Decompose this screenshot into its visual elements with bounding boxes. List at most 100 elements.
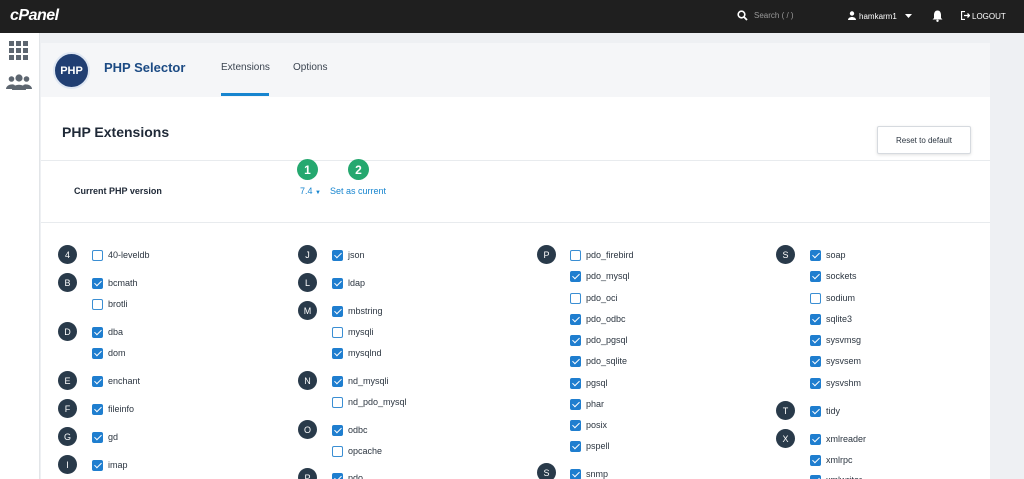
extension-checkbox[interactable] (332, 326, 343, 338)
extension-item[interactable]: phar (570, 398, 604, 410)
extension-checkbox[interactable] (92, 459, 103, 471)
extension-item[interactable]: pdo_mysql (570, 270, 630, 282)
extension-item[interactable]: mysqli (332, 326, 374, 338)
extension-checkbox[interactable] (570, 292, 581, 304)
extension-checkbox[interactable] (92, 298, 103, 310)
extension-checkbox[interactable] (92, 431, 103, 443)
extension-item[interactable]: pspell (570, 440, 610, 452)
extension-item[interactable]: nd_pdo_mysql (332, 396, 407, 408)
tab-options[interactable]: Options (293, 62, 327, 73)
extension-item[interactable]: json (332, 249, 365, 261)
extension-item[interactable]: dba (92, 326, 123, 338)
extension-item[interactable]: posix (570, 419, 607, 431)
extension-item[interactable]: pdo (332, 472, 363, 479)
search-icon[interactable] (737, 10, 748, 21)
search-placeholder[interactable]: Search ( / ) (754, 11, 794, 20)
extension-item[interactable]: xmlwriter (810, 474, 862, 479)
extension-checkbox[interactable] (92, 375, 103, 387)
version-select[interactable]: 7.4 ▼ (300, 186, 321, 196)
extension-item[interactable]: bcmath (92, 277, 138, 289)
extension-item[interactable]: xmlrpc (810, 454, 853, 466)
extension-item[interactable]: sysvsem (810, 355, 861, 367)
logout-label[interactable]: LOGOUT (972, 12, 1006, 21)
extension-item[interactable]: pdo_pgsql (570, 334, 628, 346)
extension-item[interactable]: snmp (570, 468, 608, 479)
extension-checkbox[interactable] (570, 468, 581, 479)
extension-item[interactable]: odbc (332, 424, 368, 436)
extension-checkbox[interactable] (92, 326, 103, 338)
apps-grid-icon[interactable] (9, 41, 28, 60)
extension-item[interactable]: ldap (332, 277, 365, 289)
logout-button[interactable]: LOGOUT (960, 10, 1006, 22)
reset-to-default-button[interactable]: Reset to default (877, 126, 971, 154)
extension-checkbox[interactable] (92, 347, 103, 359)
tab-extensions[interactable]: Extensions (221, 62, 270, 73)
extension-item[interactable]: 40-leveldb (92, 249, 150, 261)
extension-checkbox[interactable] (810, 405, 821, 417)
extension-checkbox[interactable] (810, 355, 821, 367)
extension-item[interactable]: xmlreader (810, 433, 866, 445)
extension-item[interactable]: nd_mysqli (332, 375, 389, 387)
extension-checkbox[interactable] (810, 433, 821, 445)
extension-checkbox[interactable] (810, 377, 821, 389)
extension-checkbox[interactable] (810, 292, 821, 304)
username[interactable]: hamkarm1 (859, 12, 897, 21)
extension-checkbox[interactable] (332, 396, 343, 408)
extension-item[interactable]: pdo_firebird (570, 249, 634, 261)
extension-checkbox[interactable] (332, 472, 343, 479)
extension-item[interactable]: pgsql (570, 377, 608, 389)
cpanel-logo[interactable]: cPanel (10, 7, 59, 25)
extension-item[interactable]: soap (810, 249, 846, 261)
extension-item[interactable]: mbstring (332, 305, 383, 317)
extension-checkbox[interactable] (810, 313, 821, 325)
user-menu[interactable]: hamkarm1 (848, 11, 912, 22)
extension-checkbox[interactable] (92, 403, 103, 415)
extension-checkbox[interactable] (570, 334, 581, 346)
extension-checkbox[interactable] (332, 375, 343, 387)
extension-checkbox[interactable] (570, 440, 581, 452)
version-value[interactable]: 7.4 (300, 186, 313, 196)
users-icon[interactable] (6, 73, 32, 91)
extension-item[interactable]: dom (92, 347, 126, 359)
extension-checkbox[interactable] (332, 305, 343, 317)
extension-item[interactable]: fileinfo (92, 403, 134, 415)
extension-item[interactable]: pdo_oci (570, 292, 618, 304)
extension-item[interactable]: sockets (810, 270, 857, 282)
extension-checkbox[interactable] (92, 277, 103, 289)
extension-checkbox[interactable] (570, 355, 581, 367)
extension-checkbox[interactable] (810, 474, 821, 479)
extension-item[interactable]: opcache (332, 445, 382, 457)
extension-checkbox[interactable] (570, 419, 581, 431)
extension-item[interactable]: mysqlnd (332, 347, 382, 359)
extension-item[interactable]: enchant (92, 375, 140, 387)
extension-checkbox[interactable] (810, 454, 821, 466)
extension-item[interactable]: tidy (810, 405, 840, 417)
extension-item[interactable]: pdo_odbc (570, 313, 626, 325)
extension-item[interactable]: sysvmsg (810, 334, 861, 346)
extension-checkbox[interactable] (332, 249, 343, 261)
extension-checkbox[interactable] (570, 377, 581, 389)
extension-checkbox[interactable] (570, 313, 581, 325)
extension-checkbox[interactable] (810, 270, 821, 282)
extension-item[interactable]: imap (92, 459, 128, 471)
extension-checkbox[interactable] (332, 347, 343, 359)
extension-item[interactable]: pdo_sqlite (570, 355, 627, 367)
bell-icon[interactable] (932, 10, 943, 25)
extension-item[interactable]: sqlite3 (810, 313, 852, 325)
extension-checkbox[interactable] (332, 445, 343, 457)
extension-checkbox[interactable] (570, 249, 581, 261)
set-as-current-link[interactable]: Set as current (330, 186, 386, 196)
search-box[interactable]: Search ( / ) (737, 10, 794, 21)
extension-item[interactable]: sodium (810, 292, 855, 304)
scrollbar-gutter[interactable] (1011, 33, 1024, 479)
extension-checkbox[interactable] (92, 249, 103, 261)
extension-checkbox[interactable] (570, 270, 581, 282)
extension-checkbox[interactable] (810, 334, 821, 346)
extension-item[interactable]: gd (92, 431, 118, 443)
extension-checkbox[interactable] (570, 398, 581, 410)
extension-checkbox[interactable] (810, 249, 821, 261)
extension-item[interactable]: sysvshm (810, 377, 861, 389)
extension-checkbox[interactable] (332, 424, 343, 436)
extension-item[interactable]: brotli (92, 298, 128, 310)
extension-checkbox[interactable] (332, 277, 343, 289)
